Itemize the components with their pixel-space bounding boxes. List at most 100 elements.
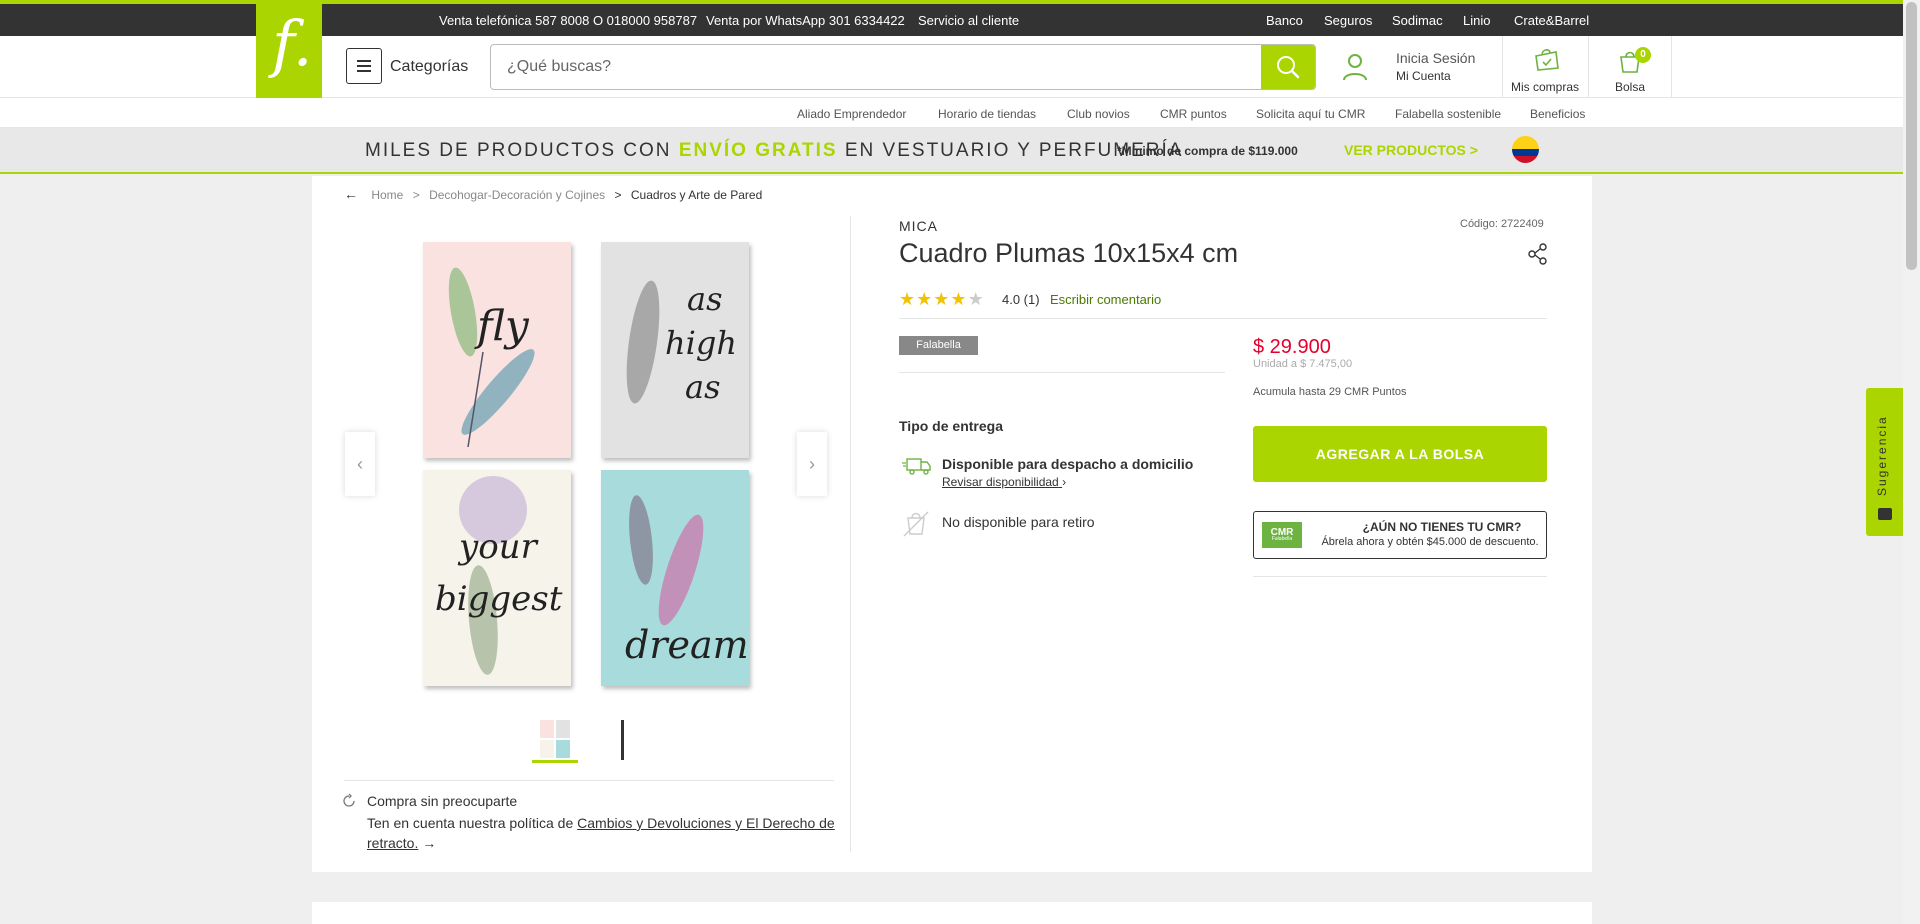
check-availability-link[interactable]: Revisar disponibilidad › <box>942 475 1066 489</box>
feather-illustration-your-biggest: your biggest <box>435 476 563 675</box>
feather-illustration-dream: dream <box>625 495 749 667</box>
subnav-aliado-emprendedor[interactable]: Aliado Emprendedor <box>797 107 906 121</box>
customer-service-link[interactable]: Servicio al cliente <box>918 13 1019 28</box>
product-brand[interactable]: MICA <box>899 218 938 234</box>
breadcrumb: ← Home > Decohogar-Decoración y Cojines … <box>344 186 763 202</box>
subnav-falabella-sostenible[interactable]: Falabella sostenible <box>1395 107 1501 121</box>
rating-value: 4.0 (1) <box>1002 292 1040 307</box>
product-code: Código: 2722409 <box>1460 218 1544 230</box>
active-thumbnail-indicator <box>532 760 578 763</box>
chat-icon <box>1878 508 1892 520</box>
panel-text-dream: dream <box>625 623 749 667</box>
gallery-panel-dream: dream <box>601 470 749 686</box>
my-account-link[interactable]: Mi Cuenta <box>1396 69 1475 83</box>
bag-count-badge: 0 <box>1635 47 1651 63</box>
breadcrumb-category[interactable]: Decohogar-Decoración y Cojines <box>429 188 605 202</box>
user-icon[interactable] <box>1341 52 1369 82</box>
breadcrumb-current: Cuadros y Arte de Pared <box>630 188 763 202</box>
hamburger-icon <box>357 60 371 62</box>
refresh-icon <box>343 793 355 807</box>
policy-title: Compra sin preocuparte <box>367 793 518 809</box>
gallery-thumbnail-2[interactable] <box>610 720 624 760</box>
panel-text-fly: fly <box>474 301 530 350</box>
logo-glyph: f. <box>272 7 313 80</box>
star-icon: ★ <box>916 289 934 309</box>
top-link-linio[interactable]: Linio <box>1463 13 1490 28</box>
svg-text:high: high <box>665 324 737 362</box>
add-to-bag-button[interactable]: AGREGAR A LA BOLSA <box>1253 426 1547 482</box>
subnav-club-novios[interactable]: Club novios <box>1067 107 1130 121</box>
star-rating: ★★★★★ <box>899 289 985 310</box>
subnav-solicita-cmr[interactable]: Solicita aquí tu CMR <box>1256 107 1365 121</box>
gallery-prev-button[interactable]: ‹ <box>345 432 375 496</box>
promo-highlight: ENVÍO GRATIS <box>678 140 838 161</box>
login-block[interactable]: Inicia Sesión Mi Cuenta <box>1396 50 1475 83</box>
policy-text: Ten en cuenta nuestra política de Cambio… <box>367 815 835 851</box>
whatsapp-sales-link[interactable]: Venta por WhatsApp 301 6334422 <box>706 13 905 28</box>
categories-menu-button[interactable] <box>346 48 382 84</box>
cmr-promo-banner[interactable]: CMR Falabella ¿AÚN NO TIENES TU CMR? Ábr… <box>1253 511 1547 559</box>
unit-price: Unidad a $ 7.475,00 <box>1253 358 1353 370</box>
suggestion-tab[interactable]: Sugerencia <box>1866 388 1904 536</box>
delivery-truck-icon <box>902 458 931 475</box>
cmr-points: Acumula hasta 29 CMR Puntos <box>1253 386 1407 398</box>
login-link[interactable]: Inicia Sesión <box>1396 50 1475 66</box>
share-icon[interactable] <box>1527 243 1549 265</box>
search-button[interactable] <box>1261 45 1315 89</box>
breadcrumb-home[interactable]: Home <box>371 188 403 202</box>
product-price: $ 29.900 <box>1253 336 1331 358</box>
secondary-nav: Aliado Emprendedor Horario de tiendas Cl… <box>0 98 1920 128</box>
view-products-link[interactable]: VER PRODUCTOS > <box>1344 142 1478 158</box>
top-link-banco[interactable]: Banco <box>1266 13 1303 28</box>
write-review-link[interactable]: Escribir comentario <box>1050 292 1161 307</box>
chevron-left-icon: ‹ <box>357 454 363 474</box>
cmr-promo-subtitle: Ábrela ahora y obtén $45.000 de descuent… <box>1321 536 1539 548</box>
svg-text:biggest: biggest <box>435 579 563 619</box>
suggestion-label: Sugerencia <box>1875 415 1889 496</box>
subnav-beneficios[interactable]: Beneficios <box>1530 107 1585 121</box>
bag-label: Bolsa <box>1614 80 1646 94</box>
top-link-seguros[interactable]: Seguros <box>1324 13 1372 28</box>
svg-text:as: as <box>687 280 723 318</box>
phone-sales-link[interactable]: Venta telefónica 587 8008 O 018000 95878… <box>439 13 697 28</box>
search-input[interactable] <box>491 45 1261 89</box>
feather-illustration-as-high-as: as high as <box>626 280 737 406</box>
my-purchases-button[interactable]: Mis compras <box>1502 36 1588 98</box>
feather-illustration-fly: fly <box>448 267 535 448</box>
bag-button[interactable]: 0 Bolsa <box>1588 36 1672 98</box>
arrow-right-icon: → <box>422 835 437 851</box>
promo-message: MILES DE PRODUCTOS CON ENVÍO GRATIS EN V… <box>365 140 1184 161</box>
back-arrow-icon[interactable]: ← <box>344 186 358 202</box>
subnav-horario-tiendas[interactable]: Horario de tiendas <box>938 107 1036 121</box>
shopping-bag-check-icon <box>1535 49 1559 71</box>
store-pickup-unavailable-icon <box>903 511 929 537</box>
home-delivery-status: Disponible para despacho a domicilio <box>942 456 1194 472</box>
my-purchases-label: Mis compras <box>1510 80 1579 94</box>
categories-label[interactable]: Categorías <box>390 58 468 76</box>
delivery-type-title: Tipo de entrega <box>899 418 1003 434</box>
promo-minimum: *Mínimo de compra de $119.000 <box>1117 144 1298 158</box>
seller-badge: Falabella <box>899 336 978 355</box>
store-pickup-status: No disponible para retiro <box>942 514 1095 530</box>
falabella-logo[interactable]: f. <box>256 0 322 98</box>
column-divider <box>850 216 851 852</box>
chevron-right-icon: › <box>1062 475 1067 489</box>
gallery-next-button[interactable]: › <box>797 432 827 496</box>
top-link-crate-barrel[interactable]: Crate&Barrel <box>1514 13 1589 28</box>
promo-banner: MILES DE PRODUCTOS CON ENVÍO GRATIS EN V… <box>0 128 1920 174</box>
next-section-card <box>312 902 1592 924</box>
page-scrollbar-thumb[interactable] <box>1906 2 1917 270</box>
star-icon: ★ <box>933 289 951 309</box>
svg-text:as: as <box>685 368 721 406</box>
gallery-thumbnail-1[interactable] <box>540 720 570 758</box>
star-icon: ★ <box>899 289 917 309</box>
colombia-flag-icon[interactable] <box>1512 136 1539 163</box>
subnav-cmr-puntos[interactable]: CMR puntos <box>1160 107 1227 121</box>
search-box <box>490 44 1316 90</box>
svg-text:your: your <box>457 527 539 567</box>
cmr-logo: CMR Falabella <box>1262 522 1302 548</box>
gallery-panel-your-biggest: your biggest <box>423 470 571 686</box>
product-title: Cuadro Plumas 10x15x4 cm <box>899 238 1239 268</box>
chevron-right-icon: › <box>809 454 815 474</box>
top-link-sodimac[interactable]: Sodimac <box>1392 13 1443 28</box>
